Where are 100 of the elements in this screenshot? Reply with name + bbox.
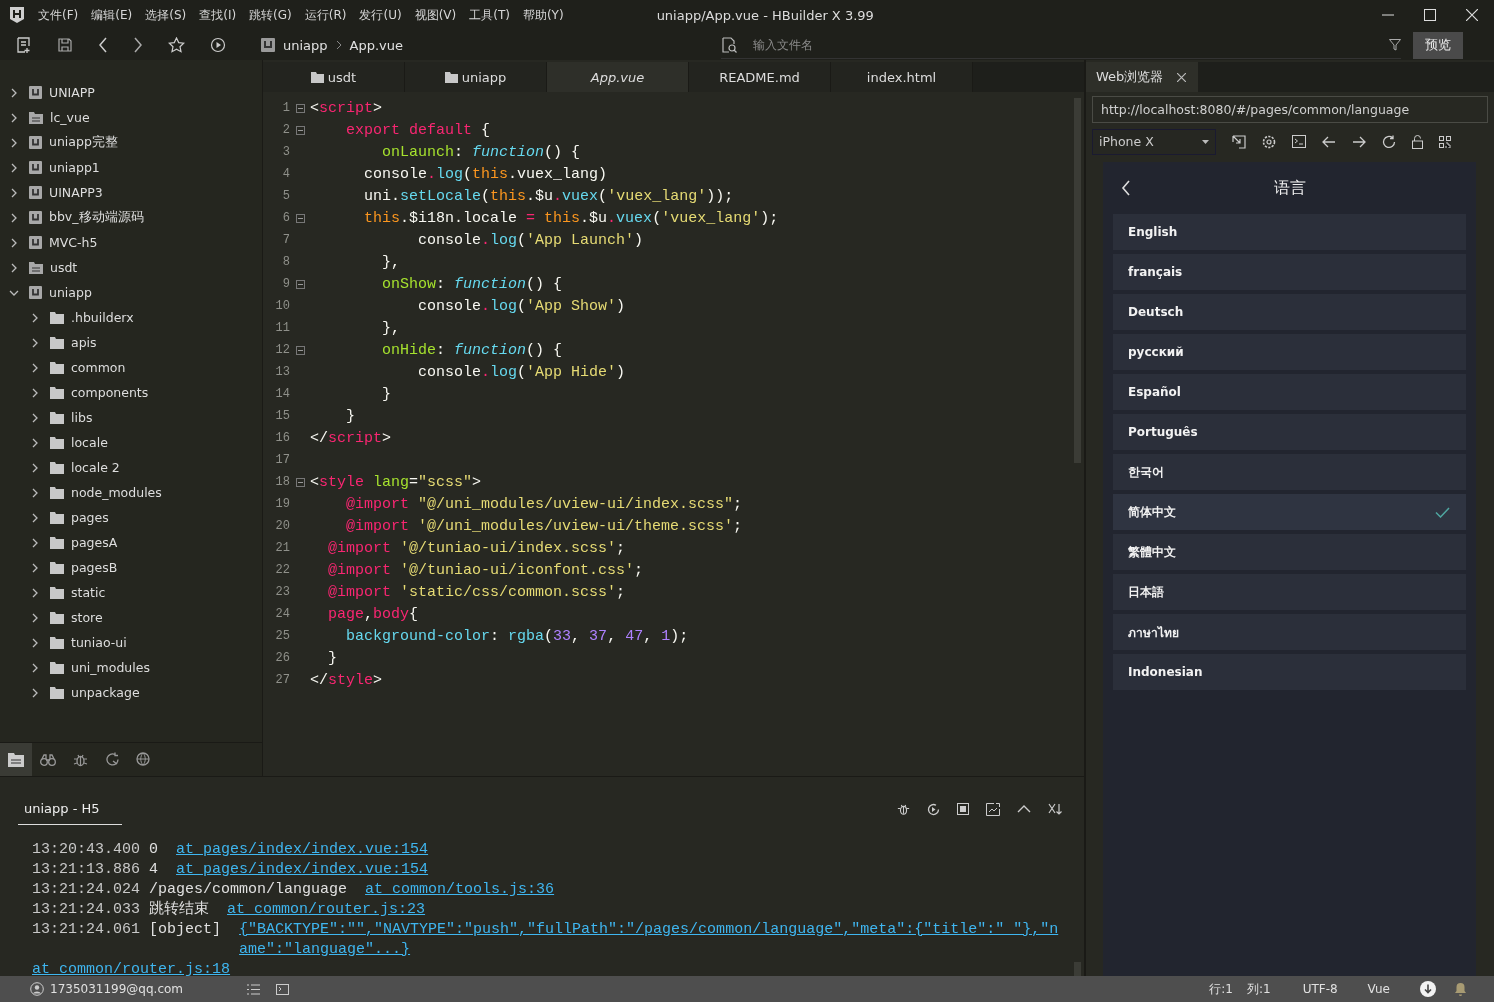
chevron-right-icon[interactable] [9,187,19,198]
encoding-label[interactable]: UTF-8 [1302,982,1338,996]
chevron-right-icon[interactable] [30,562,40,573]
tree-item[interactable]: UINAPP3 [0,180,262,205]
language-option[interactable]: Deutsch [1113,294,1466,330]
stop-icon[interactable] [957,803,969,815]
device-dropdown[interactable]: iPhone X [1092,128,1216,155]
fold-icon[interactable] [295,345,305,355]
collapse-icon[interactable] [1017,805,1031,813]
breadcrumb-item[interactable]: uniapp [283,37,328,53]
chevron-right-icon[interactable] [30,387,40,398]
url-field[interactable]: http://localhost:8080/#/pages/common/language [1092,96,1488,123]
chevron-right-icon[interactable] [9,162,19,173]
menu-item[interactable]: 文件(F) [38,6,79,24]
settings-icon[interactable] [1262,134,1276,149]
fold-icon[interactable] [295,103,305,113]
save-icon[interactable] [57,37,73,53]
maximize-icon[interactable] [1424,9,1436,21]
tree-item[interactable]: .hbuilderx [0,305,262,330]
menu-item[interactable]: 选择(S) [145,6,187,24]
terminal-icon[interactable] [1292,135,1306,148]
tree-item[interactable]: usdt [0,255,262,280]
chevron-right-icon[interactable] [9,262,19,273]
editor-tab[interactable]: usdt [263,62,405,92]
tree-item[interactable]: tuniao-ui [0,630,262,655]
chevron-right-icon[interactable] [30,487,40,498]
language-option[interactable]: English [1113,214,1466,250]
terminal-icon[interactable] [276,983,290,995]
chevron-right-icon[interactable] [30,587,40,598]
tree-item[interactable]: uniapp [0,280,262,305]
menu-item[interactable]: 工具(T) [469,6,510,24]
tree-item[interactable]: static [0,580,262,605]
chevron-right-icon[interactable] [30,612,40,623]
breadcrumb-item[interactable]: App.vue [349,37,404,53]
source-link[interactable]: at common/router.js:23 [227,901,426,918]
editor-tab[interactable]: index.html [831,62,973,92]
reload-icon[interactable] [1382,134,1396,149]
star-icon[interactable] [168,37,185,53]
language-option[interactable]: ภาษาไทย [1113,614,1466,650]
tree-item[interactable]: unpackage [0,680,262,705]
source-link[interactable]: at pages/index/index.vue:154 [176,841,429,858]
tree-item[interactable]: lc_vue [0,105,262,130]
tree-item[interactable]: node_modules [0,480,262,505]
forward-icon[interactable] [133,37,143,53]
tree-item[interactable]: UNIAPP [0,80,262,105]
tree-item[interactable]: components [0,380,262,405]
tree-item[interactable]: uni_modules [0,655,262,680]
menu-item[interactable]: 编辑(E) [91,6,133,24]
language-option[interactable]: 日本語 [1113,574,1466,610]
menu-item[interactable]: 视图(V) [414,6,457,24]
qr-code-icon[interactable] [1439,135,1451,148]
tree-item[interactable]: bbv_移动端源码 [0,205,262,230]
tree-item[interactable]: pagesB [0,555,262,580]
open-external-icon[interactable] [986,802,1000,816]
source-link[interactable]: at pages/index/index.vue:154 [176,861,429,878]
menu-item[interactable]: 运行(R) [304,6,347,24]
chevron-right-icon[interactable] [9,137,19,148]
chevron-right-icon[interactable] [30,662,40,673]
tree-item[interactable]: locale [0,430,262,455]
language-option[interactable]: français [1113,254,1466,290]
account-label[interactable]: 1735031199@qq.com [50,982,184,996]
chevron-right-icon[interactable] [30,637,40,648]
language-option[interactable]: 繁體中文 [1113,534,1466,570]
language-option[interactable]: 한국어 [1113,454,1466,490]
arrow-right-icon[interactable] [1352,135,1366,148]
log-object-link[interactable]: {"BACKTYPE":"","NAVTYPE":"push","fullPath":"/pages/common/language","meta":{"title":" "},"name":"language"...} [239,920,1062,960]
file-search-field[interactable]: 输入文件名 [751,36,1375,53]
console-tab[interactable]: uniapp - H5 [18,792,122,825]
menu-item[interactable]: 跳转(G) [249,6,292,24]
list-icon[interactable] [247,983,261,995]
tree-item[interactable]: locale 2 [0,455,262,480]
language-option[interactable]: Indonesian [1113,654,1466,690]
filter-icon[interactable] [1389,38,1401,51]
arrow-left-icon[interactable] [1322,135,1336,148]
chevron-right-icon[interactable] [30,312,40,323]
chevron-right-icon[interactable] [9,237,19,248]
preview-button[interactable]: 预览 [1413,31,1463,59]
chevron-right-icon[interactable] [9,87,19,98]
restart-icon[interactable] [927,802,940,816]
tree-item[interactable]: libs [0,405,262,430]
editor-tab[interactable]: App.vue [547,62,689,92]
tree-item[interactable]: uniapp完整 [0,130,262,155]
chevron-right-icon[interactable] [30,337,40,348]
source-link[interactable]: at common/router.js:18 [32,960,231,980]
language-option[interactable]: 简体中文 [1113,494,1466,530]
scrollbar-thumb[interactable] [1074,962,1081,976]
back-icon[interactable] [1121,180,1131,196]
menu-item[interactable]: 查找(I) [199,6,237,24]
menu-item[interactable]: 发行(U) [359,6,402,24]
download-icon[interactable] [1420,981,1436,997]
chevron-right-icon[interactable] [30,512,40,523]
language-option[interactable]: русский [1113,334,1466,370]
chevron-right-icon[interactable] [30,437,40,448]
tree-item[interactable]: common [0,355,262,380]
menu-item[interactable]: 帮助(Y) [522,6,564,24]
chevron-right-icon[interactable] [30,687,40,698]
bug-icon[interactable] [897,802,910,816]
language-option[interactable]: Português [1113,414,1466,450]
fold-icon[interactable] [295,125,305,135]
editor-tab[interactable]: uniapp [405,62,547,92]
